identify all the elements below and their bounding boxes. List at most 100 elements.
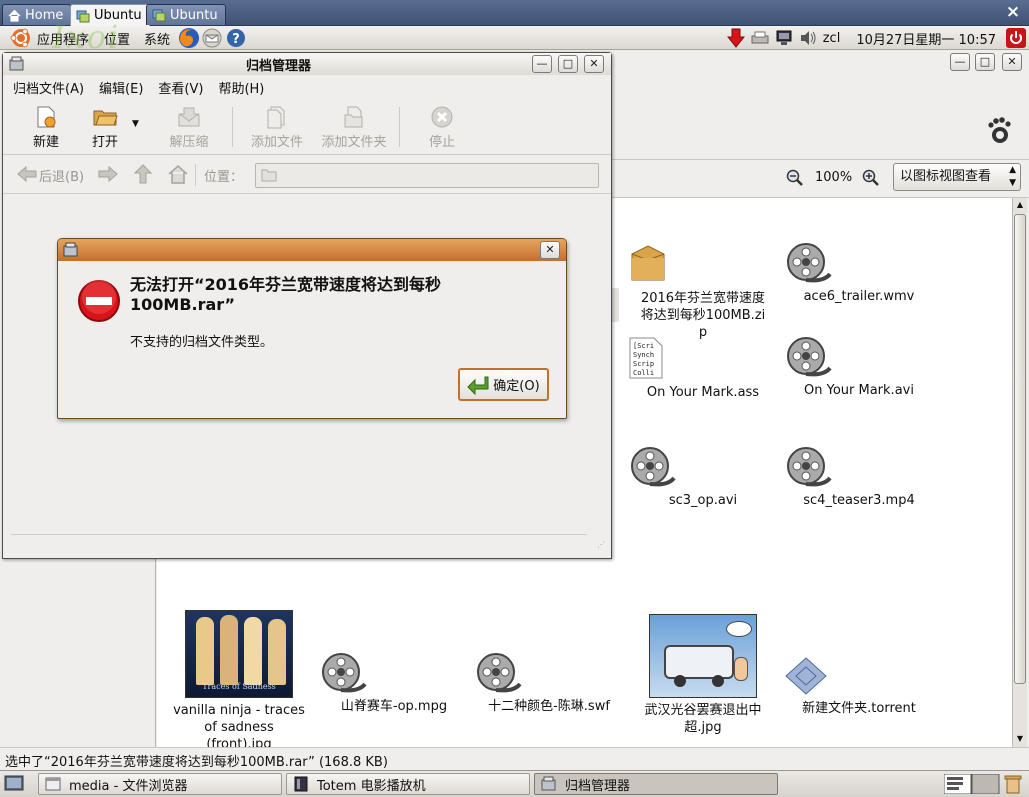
folder-icon: [261, 168, 277, 182]
forward-arrow-icon[interactable]: [98, 166, 118, 182]
svg-text:Scrip: Scrip: [633, 360, 654, 368]
file-item[interactable]: [Scri Synch Scrip Colli On Your Mark.ass: [628, 336, 778, 401]
enter-arrow-icon: [467, 375, 489, 395]
zoom-in-icon[interactable]: [862, 169, 880, 187]
file-browser-toolbar: [612, 100, 1029, 160]
system-menu[interactable]: 系统: [144, 29, 170, 48]
extract-icon: [176, 105, 202, 129]
scroll-thumb[interactable]: [1014, 214, 1026, 684]
film-reel-icon: [319, 652, 469, 694]
view-mode-label: 以图标视图查看: [900, 169, 992, 184]
add-files-icon: [265, 105, 289, 129]
scroll-up-arrow-icon[interactable]: ▲: [1013, 198, 1027, 212]
location-field[interactable]: [255, 163, 599, 188]
stop-label: 停止: [428, 135, 455, 150]
back-arrow-icon[interactable]: [17, 166, 37, 182]
back-label[interactable]: 后退(B): [39, 166, 84, 185]
file-name: 2016年芬兰宽带速度将达到每秒100MB.zip: [640, 291, 766, 340]
scroll-down-arrow-icon[interactable]: ▼: [1013, 732, 1027, 746]
file-item[interactable]: 新建文件夹.torrent: [784, 656, 934, 717]
file-item[interactable]: 2016年芬兰宽带速度将达到每秒100MB.zip: [628, 242, 778, 341]
mail-icon[interactable]: [202, 28, 222, 48]
clock[interactable]: 10月27日星期一 10:57: [856, 29, 996, 48]
error-icon: [77, 279, 121, 323]
zoom-out-icon[interactable]: [786, 169, 804, 187]
taskbar-item-totem[interactable]: Totem 电影播放机: [286, 773, 530, 795]
svg-text:Synch: Synch: [633, 351, 654, 359]
view-mode-select[interactable]: 以图标视图查看 ▲ ▼: [893, 163, 1021, 191]
ok-button[interactable]: 确定(O): [458, 368, 549, 401]
add-files-label: 添加文件: [250, 135, 303, 150]
close-button[interactable]: ✕: [1002, 53, 1022, 71]
taskbar-item-archive-manager[interactable]: 归档管理器: [534, 773, 778, 795]
file-item[interactable]: sc3_op.avi: [628, 446, 778, 509]
ubuntu-logo-icon[interactable]: [10, 27, 32, 49]
content-divider: [11, 534, 587, 535]
file-item[interactable]: 武汉光谷罢赛退出中超.jpg: [628, 614, 778, 736]
minimize-button[interactable]: —: [950, 53, 970, 71]
home-icon[interactable]: [167, 164, 189, 184]
volume-icon[interactable]: [799, 30, 817, 46]
new-button[interactable]: 新建: [31, 105, 61, 150]
dialog-close-button[interactable]: ✕: [540, 241, 560, 259]
trash-icon[interactable]: [1004, 774, 1022, 794]
minimize-button[interactable]: —: [532, 55, 552, 73]
taskbar-item-file-browser[interactable]: media - 文件浏览器: [38, 773, 282, 795]
file-name: vanilla ninja - traces of sadness (front…: [173, 703, 305, 747]
taskbar-label: Totem 电影播放机: [317, 778, 426, 794]
bottom-panel: media - 文件浏览器 Totem 电影播放机 归档管理器: [0, 770, 1029, 797]
host-tab-ubuntu[interactable]: Ubuntu: [146, 4, 226, 25]
add-folder-button[interactable]: 添加文件夹: [319, 105, 389, 150]
file-item[interactable]: 十二种颜色-陈琳.swf: [474, 652, 624, 715]
vertical-scrollbar[interactable]: ▲ ▼: [1012, 198, 1027, 747]
archive-manager-icon: [541, 776, 557, 792]
file-name: 十二种颜色-陈琳.swf: [488, 699, 610, 714]
top-panel: 应用程序 位置 系统 ? Ixoi zcl 10月27日星期一 10:57: [0, 18, 1029, 56]
error-heading-line2: 100MB.rar”: [130, 295, 235, 314]
menu-view[interactable]: 查看(V): [158, 78, 203, 97]
film-reel-icon: [628, 446, 778, 488]
power-icon[interactable]: [1006, 28, 1026, 48]
maximize-button[interactable]: □: [558, 55, 578, 73]
menu-edit[interactable]: 编辑(E): [99, 78, 143, 97]
file-item[interactable]: ace6_trailer.wmv: [784, 242, 934, 305]
ok-label: 确定(O): [493, 379, 540, 394]
menu-help[interactable]: 帮助(H): [218, 78, 264, 97]
extract-button[interactable]: 解压缩: [167, 105, 211, 150]
dialog-titlebar: ✕: [58, 239, 566, 261]
up-arrow-icon[interactable]: [134, 164, 152, 184]
show-desktop-icon[interactable]: [4, 774, 24, 794]
dropdown-arrow-icon[interactable]: ▼: [132, 119, 139, 129]
file-item[interactable]: On Your Mark.avi: [784, 336, 934, 399]
close-button[interactable]: ✕: [584, 55, 604, 73]
subtitle-file-icon: [Scri Synch Scrip Colli: [628, 336, 778, 380]
new-archive-icon: [34, 105, 58, 129]
gnome-foot-icon[interactable]: [986, 116, 1012, 144]
stop-icon: [430, 105, 454, 129]
menu-archive[interactable]: 归档文件(A): [13, 78, 84, 97]
file-name: sc3_op.avi: [668, 493, 738, 508]
network-icon[interactable]: [775, 30, 793, 46]
stop-button[interactable]: 停止: [427, 105, 457, 150]
add-files-button[interactable]: 添加文件: [249, 105, 305, 150]
help-icon[interactable]: ?: [226, 28, 246, 48]
file-item[interactable]: sc4_teaser3.mp4: [784, 446, 934, 509]
workspace-switcher-icon[interactable]: [944, 774, 1000, 794]
firefox-icon[interactable]: [177, 26, 201, 50]
user-name[interactable]: zcl: [823, 31, 841, 46]
taskbar-label: 归档管理器: [565, 778, 631, 794]
new-label: 新建: [32, 135, 59, 150]
file-item[interactable]: 山脊赛车-op.mpg: [319, 652, 469, 715]
update-notifier-icon[interactable]: [726, 28, 745, 48]
add-folder-icon: [342, 105, 366, 129]
toolbar-separator: [399, 107, 400, 147]
resize-grip-icon[interactable]: ⋰: [597, 540, 605, 549]
host-close-button[interactable]: ×: [1005, 3, 1021, 21]
printer-icon[interactable]: [751, 30, 769, 46]
totem-icon: [293, 776, 309, 792]
album-cover-thumbnail: Traces of Sadness: [185, 610, 293, 698]
file-item[interactable]: Traces of Sadness vanilla ninja - traces…: [164, 610, 314, 747]
file-browser-icon: [45, 776, 61, 792]
open-button[interactable]: 打开: [89, 105, 121, 150]
maximize-button[interactable]: □: [975, 53, 995, 71]
